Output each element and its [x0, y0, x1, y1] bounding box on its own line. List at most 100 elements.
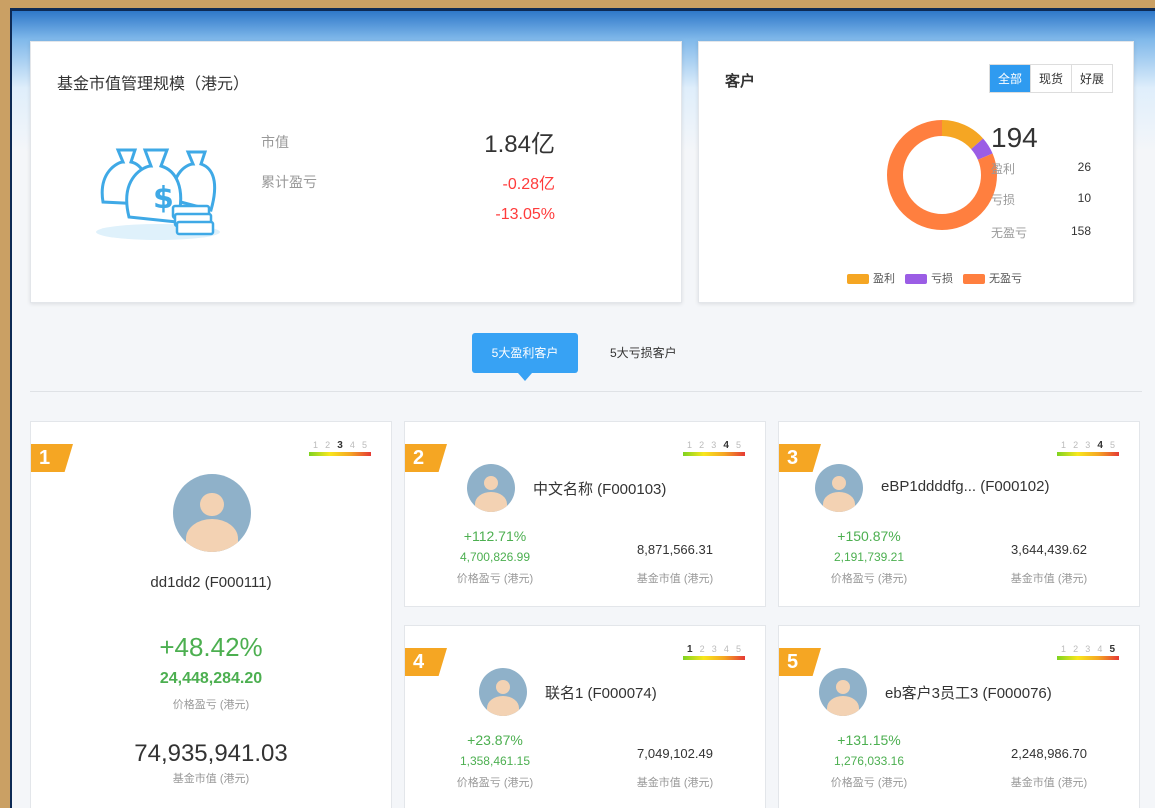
profit-amount: 1,276,033.16	[833, 754, 905, 768]
risk-level-5: 5	[1109, 440, 1115, 450]
rank-badge: 4	[405, 648, 447, 676]
legend-item-profit: 盈利	[847, 270, 895, 286]
rank-card-4[interactable]: 4 12345 联名1 (F000074) +23.87% 1,358,461.…	[404, 625, 766, 808]
profit-amount: 1,358,461.15	[459, 754, 531, 768]
customer-name: 联名1 (F000074)	[545, 685, 657, 702]
divider	[30, 391, 1142, 392]
customer-name: dd1dd2 (F000111)	[150, 574, 272, 591]
risk-level-1: 1	[313, 440, 319, 450]
risk-level-1: 1	[687, 644, 693, 655]
profit-amount: 24,448,284.20	[159, 670, 263, 687]
stat-loss: 亏损 10	[991, 191, 1091, 208]
profit-percent: +48.42%	[159, 632, 263, 662]
tab-top5-loss[interactable]: 5大亏损客户	[610, 333, 677, 373]
risk-level-2: 2	[699, 644, 705, 654]
avatar	[479, 668, 527, 716]
risk-level-4: 4	[723, 644, 729, 654]
profit-percent: +112.71%	[463, 528, 527, 544]
market-value-label: 市值	[261, 134, 289, 150]
risk-scale: 12345	[309, 440, 371, 456]
profit-amount: 2,191,739.21	[833, 550, 905, 564]
rank-badge: 2	[405, 444, 447, 472]
stat-loss-label: 亏损	[991, 193, 1016, 207]
risk-level-2: 2	[699, 440, 705, 450]
filter-all-button[interactable]: 全部	[989, 65, 1030, 92]
rank-card-2[interactable]: 2 12345 中文名称 (F000103) +112.71% 4,700,82…	[404, 421, 766, 607]
rank-badge: 1	[31, 444, 73, 472]
customer-card: 客户 全部 现货 好展 194 盈利 26 亏损 10 无盈亏 158 盈利 亏…	[698, 41, 1134, 303]
risk-level-5: 5	[735, 440, 741, 450]
avatar	[815, 464, 863, 512]
customer-name: eb客户3员工3 (F000076)	[885, 685, 1052, 702]
risk-level-1: 1	[1061, 440, 1067, 450]
risk-level-4: 4	[723, 440, 729, 451]
market-value: 74,935,941.03	[134, 740, 288, 767]
risk-level-2: 2	[325, 440, 331, 450]
stat-neutral-label: 无盈亏	[991, 226, 1028, 240]
risk-level-5: 5	[1109, 644, 1115, 655]
market-value-label: 基金市值 (港元)	[636, 777, 714, 789]
profit-amount-label: 价格盈亏 (港元)	[830, 573, 908, 585]
profit-amount-label: 价格盈亏 (港元)	[456, 573, 534, 585]
risk-level-5: 5	[361, 440, 367, 450]
customer-name: eBP1ddddfg... (F000102)	[881, 478, 1050, 495]
stat-loss-value: 10	[1077, 191, 1091, 205]
market-value: 7,049,102.49	[637, 746, 713, 761]
ranking-tabs: 5大盈利客户 5大亏损客户	[12, 333, 1155, 393]
customer-donut-chart	[887, 120, 997, 230]
filter-spot-button[interactable]: 现货	[1029, 65, 1071, 92]
risk-level-3: 3	[1085, 644, 1091, 654]
stat-profit: 盈利 26	[991, 160, 1091, 177]
svg-text:$: $	[153, 181, 174, 216]
stat-neutral-value: 158	[1070, 224, 1091, 238]
app-frame: 基金市值管理规模（港元） $ 市值 1.84亿 累计盈亏 -0.28亿 -13.…	[10, 8, 1155, 808]
rank-card-3[interactable]: 3 12345 eBP1ddddfg... (F000102) +150.87%…	[778, 421, 1140, 607]
stat-neutral: 无盈亏 158	[991, 224, 1091, 241]
profit-percent: +23.87%	[467, 732, 523, 748]
customer-name: 中文名称 (F000103)	[533, 481, 667, 498]
risk-level-3: 3	[711, 644, 717, 654]
money-bags-icon: $	[96, 148, 220, 240]
risk-scale: 12345	[1057, 440, 1119, 456]
market-value: 3,644,439.62	[1011, 542, 1087, 557]
risk-scale: 12345	[683, 644, 745, 660]
filter-extend-button[interactable]: 好展	[1070, 65, 1112, 92]
risk-level-1: 1	[687, 440, 693, 450]
risk-level-1: 1	[1061, 644, 1067, 654]
profit-percent: +131.15%	[837, 732, 901, 748]
rank-badge: 3	[779, 444, 821, 472]
rank-badge: 5	[779, 648, 821, 676]
rank-card-5[interactable]: 5 12345 eb客户3员工3 (F000076) +131.15% 1,27…	[778, 625, 1140, 808]
market-value: 8,871,566.31	[637, 542, 713, 557]
profit-amount: 4,700,826.99	[459, 550, 531, 564]
cumulative-pl-percent: -13.05%	[495, 206, 555, 223]
cumulative-pl-value: -0.28亿	[502, 176, 555, 193]
market-value-label: 基金市值 (港元)	[1010, 777, 1088, 789]
market-value: 2,248,986.70	[1011, 746, 1087, 761]
risk-level-4: 4	[1097, 644, 1103, 654]
fund-card-title: 基金市值管理规模（港元）	[57, 76, 250, 93]
market-value-label: 基金市值 (港元)	[636, 573, 714, 585]
profit-amount-label: 价格盈亏 (港元)	[172, 699, 250, 711]
stat-profit-label: 盈利	[991, 162, 1016, 176]
customer-card-title: 客户	[725, 73, 756, 90]
legend-item-loss: 亏损	[905, 270, 953, 286]
avatar	[173, 474, 251, 552]
market-value-label: 基金市值 (港元)	[1010, 573, 1088, 585]
risk-level-5: 5	[735, 644, 741, 654]
donut-legend: 盈利 亏损 无盈亏	[847, 270, 1022, 286]
profit-amount-label: 价格盈亏 (港元)	[830, 777, 908, 789]
fund-aum-card: 基金市值管理规模（港元） $ 市值 1.84亿 累计盈亏 -0.28亿 -13.…	[30, 41, 682, 303]
risk-scale: 12345	[683, 440, 745, 456]
risk-level-4: 4	[349, 440, 355, 450]
market-value-label: 基金市值 (港元)	[172, 773, 250, 785]
profit-percent: +150.87%	[837, 528, 901, 544]
customer-filter-group: 全部 现货 好展	[988, 64, 1113, 93]
stat-profit-value: 26	[1077, 160, 1091, 174]
tab-top5-profit[interactable]: 5大盈利客户	[472, 333, 578, 381]
risk-level-3: 3	[337, 440, 343, 451]
avatar	[467, 464, 515, 512]
avatar	[819, 668, 867, 716]
rank-card-1[interactable]: 1 12345 dd1dd2 (F000111) +48.42% 24,448,…	[30, 421, 392, 808]
customer-total: 194	[991, 122, 1038, 153]
